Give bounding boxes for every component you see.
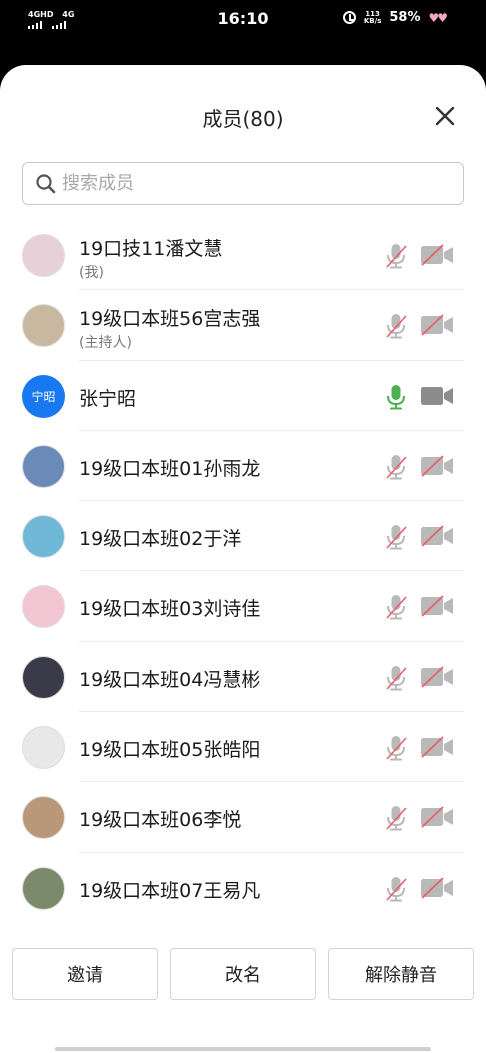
mic-muted-icon[interactable]: [384, 734, 408, 762]
rename-button[interactable]: 改名: [170, 948, 316, 1000]
member-row[interactable]: 19口技11潘文慧 (我): [0, 220, 486, 291]
avatar: [22, 585, 65, 629]
avatar: [22, 866, 65, 910]
member-row[interactable]: 19级口本班01孙雨龙: [0, 431, 486, 502]
member-row[interactable]: 19级口本班56宫志强 (主持人): [0, 290, 486, 361]
search-input[interactable]: [62, 173, 422, 194]
mic-muted-icon[interactable]: [384, 664, 408, 692]
mic-muted-icon[interactable]: [384, 312, 408, 340]
gesture-bar[interactable]: [55, 1047, 431, 1051]
member-row[interactable]: 19级口本班06李悦: [0, 782, 486, 853]
alarm-icon: [342, 11, 356, 24]
member-name: 19级口本班05张皓阳: [79, 739, 261, 762]
camera-off-icon[interactable]: [420, 666, 454, 688]
member-row[interactable]: 19级口本班02于洋: [0, 501, 486, 572]
mic-icon[interactable]: [384, 383, 408, 411]
camera-off-icon[interactable]: [420, 806, 454, 829]
network-speed: 113 KB/s: [363, 10, 382, 25]
avatar: [22, 444, 65, 488]
member-name: 19级口本班56宫志强: [79, 308, 261, 331]
member-name: 19级口本班01孙雨龙: [79, 457, 261, 480]
member-row[interactable]: 19级口本班04冯慧彬: [0, 642, 486, 713]
member-name: 19级口本班02于洋: [79, 528, 242, 551]
battery-level: 58%: [389, 10, 421, 25]
avatar: [22, 304, 65, 348]
camera-off-icon[interactable]: [420, 595, 454, 618]
member-role: (我): [79, 265, 104, 281]
member-row[interactable]: 19级口本班03刘诗佳: [0, 571, 486, 642]
camera-off-icon[interactable]: [420, 455, 454, 477]
page-title: 成员(80): [202, 107, 284, 131]
mic-muted-icon[interactable]: [384, 804, 408, 832]
avatar: [22, 726, 65, 770]
avatar: [22, 234, 65, 277]
invite-button[interactable]: 邀请: [12, 948, 158, 1000]
mic-muted-icon[interactable]: [384, 593, 408, 621]
members-sheet: 成员(80) 19口技11潘文慧 (我) 19级口本班56宫志强 (主持人) 宁昭 张宁昭…: [0, 65, 486, 1053]
camera-off-icon[interactable]: [420, 314, 454, 336]
member-name: 张宁昭: [79, 387, 137, 410]
camera-off-icon[interactable]: [420, 877, 454, 899]
member-name: 19口技11潘文慧: [79, 238, 223, 260]
avatar-text: 宁昭: [31, 389, 56, 404]
mic-muted-icon[interactable]: [384, 453, 408, 481]
avatar: [22, 655, 65, 699]
mic-muted-icon[interactable]: [384, 242, 408, 270]
avatar: [22, 796, 65, 840]
status-bar: 4GHD 4G 16:10 113 KB/s 58% ♥♥: [0, 0, 486, 62]
action-bar: 邀请 改名 解除静音: [12, 948, 474, 1000]
member-name: 19级口本班04冯慧彬: [79, 668, 261, 691]
close-icon[interactable]: [434, 105, 456, 127]
member-name: 19级口本班07王易凡: [79, 879, 261, 902]
mic-muted-icon[interactable]: [384, 875, 408, 903]
member-list: 19口技11潘文慧 (我) 19级口本班56宫志强 (主持人) 宁昭 张宁昭 19级口本班0…: [0, 220, 486, 923]
camera-off-icon[interactable]: [420, 736, 454, 758]
unmute-button[interactable]: 解除静音: [328, 948, 474, 1000]
search-box[interactable]: [22, 162, 464, 205]
avatar: [22, 515, 65, 559]
speed-unit: KB/s: [363, 16, 382, 25]
member-row[interactable]: 19级口本班05张皓阳: [0, 712, 486, 783]
member-name: 19级口本班06李悦: [79, 809, 242, 832]
search-icon: [36, 173, 56, 193]
avatar: 宁昭: [22, 374, 65, 418]
mic-muted-icon[interactable]: [384, 523, 408, 551]
member-name: 19级口本班03刘诗佳: [79, 598, 261, 621]
member-row[interactable]: 19级口本班07王易凡: [0, 853, 486, 923]
member-row[interactable]: 宁昭 张宁昭: [0, 361, 486, 431]
camera-off-icon[interactable]: [420, 244, 454, 266]
camera-off-icon[interactable]: [420, 525, 454, 547]
camera-icon[interactable]: [420, 385, 454, 407]
member-role: (主持人): [79, 335, 132, 352]
battery-hearts-icon: ♥♥: [428, 10, 447, 25]
status-right: 113 KB/s 58% ♥♥: [342, 10, 448, 25]
